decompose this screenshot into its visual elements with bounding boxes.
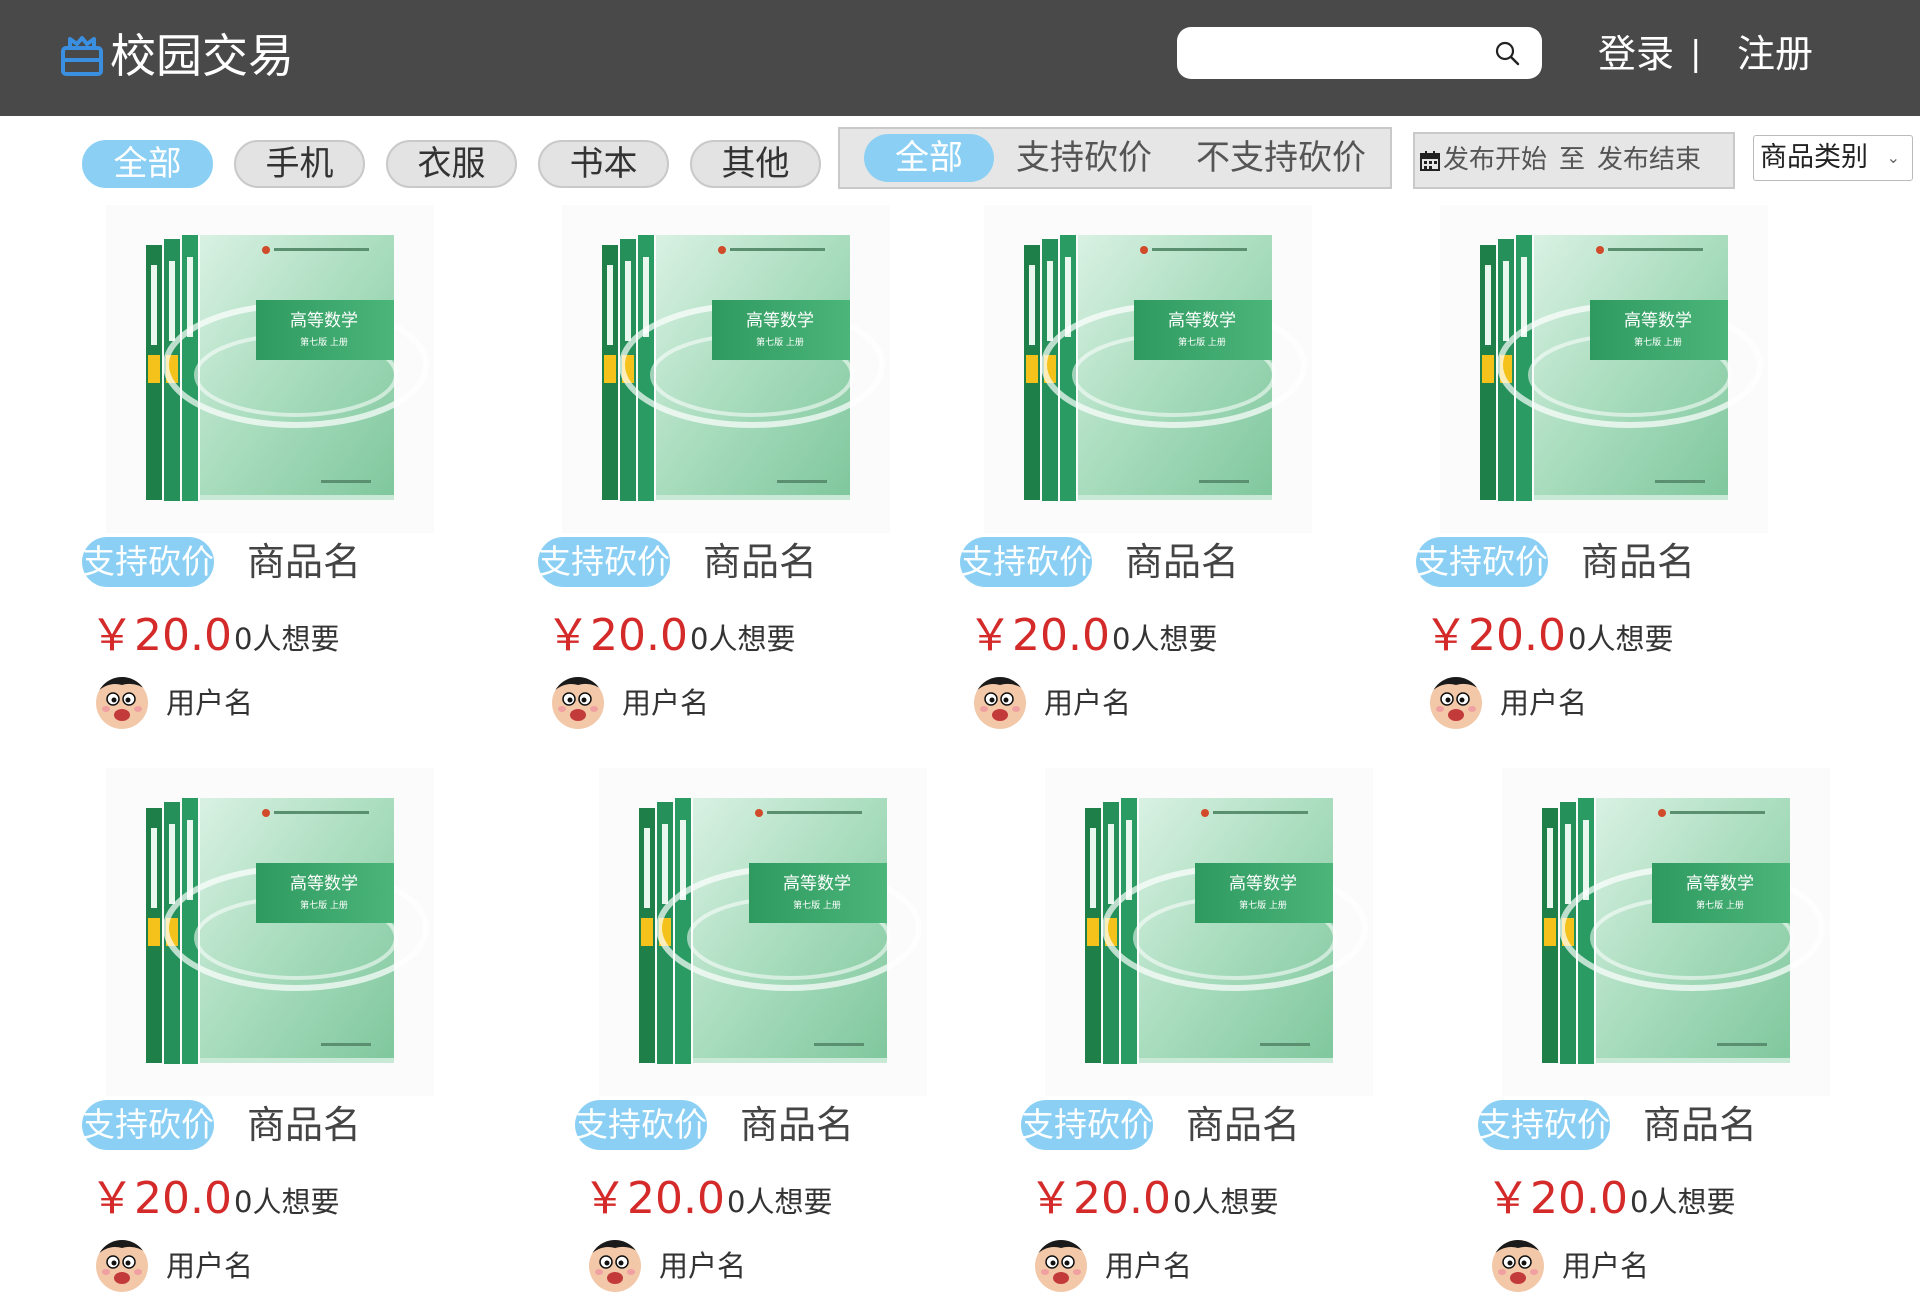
want-count: 0人想要: [690, 622, 796, 656]
product-card[interactable]: 支持砍价 商品名 ￥20.0 0人想要 用户名: [575, 768, 1015, 1292]
brand-name: 校园交易: [110, 29, 294, 83]
login-link[interactable]: 登录: [1598, 26, 1674, 82]
category-clothes[interactable]: 衣服: [386, 140, 517, 188]
product-price: ￥20.0: [1424, 610, 1566, 661]
product-image[interactable]: [562, 205, 890, 533]
product-price: ￥20.0: [583, 1173, 725, 1224]
product-name[interactable]: 商品名: [703, 539, 817, 585]
product-image[interactable]: [1502, 768, 1830, 1096]
bargain-tag: 支持砍价: [1478, 1100, 1610, 1150]
product-name[interactable]: 商品名: [1125, 539, 1239, 585]
seller-name[interactable]: 用户名: [1044, 683, 1131, 723]
product-card[interactable]: 支持砍价 商品名 ￥20.0 0人想要 用户名: [1021, 768, 1461, 1292]
date-separator: 至: [1559, 145, 1586, 175]
category-phone[interactable]: 手机: [234, 140, 365, 188]
seller-name[interactable]: 用户名: [166, 683, 253, 723]
avatar[interactable]: [974, 677, 1026, 729]
want-count: 0人想要: [1112, 622, 1218, 656]
product-name[interactable]: 商品名: [740, 1102, 854, 1148]
bargain-tag: 支持砍价: [1021, 1100, 1153, 1150]
seller-name[interactable]: 用户名: [622, 683, 709, 723]
want-count: 0人想要: [1173, 1185, 1279, 1219]
product-price: ￥20.0: [546, 610, 688, 661]
category-select-value: 商品类别: [1760, 142, 1868, 173]
auth-divider: |: [1690, 34, 1702, 74]
want-count: 0人想要: [234, 622, 340, 656]
product-price: ￥20.0: [1029, 1173, 1171, 1224]
bargain-tag: 支持砍价: [538, 537, 670, 587]
want-count: 0人想要: [727, 1185, 833, 1219]
product-card[interactable]: 支持砍价 商品名 ￥20.0 0人想要 用户名: [1478, 768, 1918, 1292]
product-name[interactable]: 商品名: [1581, 539, 1695, 585]
product-card[interactable]: 支持砍价 商品名 ￥20.0 0人想要 用户名: [82, 768, 522, 1292]
date-end[interactable]: 发布结束: [1597, 134, 1701, 187]
bargain-supported[interactable]: 支持砍价: [1016, 134, 1152, 182]
product-price: ￥20.0: [968, 610, 1110, 661]
seller-name[interactable]: 用户名: [659, 1246, 746, 1286]
product-price: ￥20.0: [90, 1173, 232, 1224]
search-bar: [1177, 27, 1542, 79]
seller-name[interactable]: 用户名: [1562, 1246, 1649, 1286]
product-card[interactable]: 支持砍价 商品名 ￥20.0 0人想要 用户名: [538, 205, 978, 729]
category-all[interactable]: 全部: [82, 140, 213, 188]
category-select[interactable]: 商品类别 ⌄: [1753, 135, 1913, 181]
gift-box-icon: [61, 36, 103, 76]
avatar[interactable]: [1430, 677, 1482, 729]
category-books[interactable]: 书本: [538, 140, 669, 188]
want-count: 0人想要: [1630, 1185, 1736, 1219]
product-card[interactable]: 支持砍价 商品名 ￥20.0 0人想要 用户名: [1416, 205, 1856, 729]
bargain-all[interactable]: 全部: [864, 134, 994, 182]
avatar[interactable]: [589, 1240, 641, 1292]
want-count: 0人想要: [234, 1185, 340, 1219]
avatar[interactable]: [552, 677, 604, 729]
product-card[interactable]: 支持砍价 商品名 ￥20.0 0人想要 用户名: [82, 205, 522, 729]
top-nav-bar: 校园交易 登录 | 注册: [0, 0, 1920, 116]
product-image[interactable]: [599, 768, 927, 1096]
search-icon[interactable]: [1494, 40, 1520, 66]
bargain-tag: 支持砍价: [82, 1100, 214, 1150]
date-start[interactable]: 发布开始: [1443, 134, 1547, 187]
product-image[interactable]: [106, 205, 434, 533]
want-count: 0人想要: [1568, 622, 1674, 656]
bargain-filter: 全部 支持砍价 不支持砍价: [838, 127, 1392, 189]
seller-name[interactable]: 用户名: [1105, 1246, 1192, 1286]
bargain-tag: 支持砍价: [82, 537, 214, 587]
product-name[interactable]: 商品名: [1186, 1102, 1300, 1148]
product-image[interactable]: [1440, 205, 1768, 533]
product-price: ￥20.0: [1486, 1173, 1628, 1224]
product-image[interactable]: [1045, 768, 1373, 1096]
product-name[interactable]: 商品名: [1643, 1102, 1757, 1148]
search-input[interactable]: [1195, 35, 1475, 71]
date-range-picker[interactable]: 发布开始 至 发布结束: [1413, 132, 1735, 189]
avatar[interactable]: [96, 1240, 148, 1292]
bargain-tag: 支持砍价: [1416, 537, 1548, 587]
avatar[interactable]: [1035, 1240, 1087, 1292]
chevron-down-icon: ⌄: [1886, 148, 1900, 167]
avatar[interactable]: [1492, 1240, 1544, 1292]
bargain-tag: 支持砍价: [575, 1100, 707, 1150]
product-name[interactable]: 商品名: [247, 539, 361, 585]
register-link[interactable]: 注册: [1737, 26, 1813, 82]
bargain-tag: 支持砍价: [960, 537, 1092, 587]
category-other[interactable]: 其他: [690, 140, 821, 188]
avatar[interactable]: [96, 677, 148, 729]
brand-logo[interactable]: 校园交易: [60, 28, 294, 84]
seller-name[interactable]: 用户名: [1500, 683, 1587, 723]
product-image[interactable]: [984, 205, 1312, 533]
product-price: ￥20.0: [90, 610, 232, 661]
product-card[interactable]: 支持砍价 商品名 ￥20.0 0人想要 用户名: [960, 205, 1400, 729]
product-name[interactable]: 商品名: [247, 1102, 361, 1148]
calendar-icon: [1420, 150, 1440, 171]
product-image[interactable]: [106, 768, 434, 1096]
bargain-unsupported[interactable]: 不支持砍价: [1196, 134, 1366, 182]
seller-name[interactable]: 用户名: [166, 1246, 253, 1286]
